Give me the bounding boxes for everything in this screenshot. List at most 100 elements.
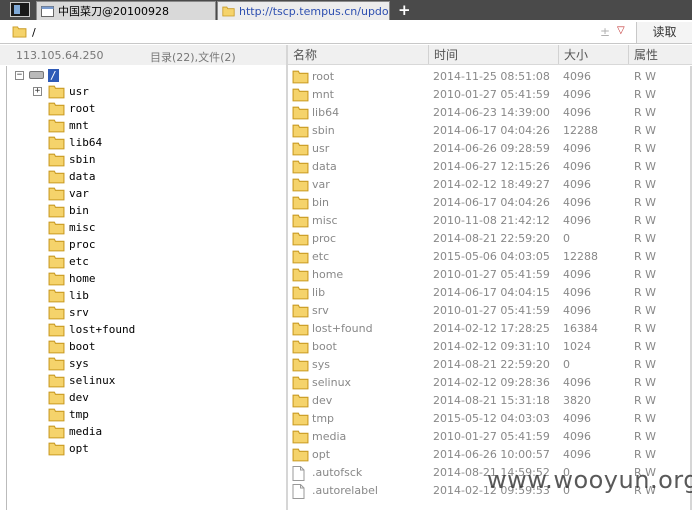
watermark: www.wooyun.org [487,466,692,494]
file-name[interactable]: etc [312,250,329,263]
file-row[interactable]: srv 2010-01-27 05:41:59 4096 R W [288,302,692,320]
file-name[interactable]: opt [312,448,330,461]
column-time[interactable]: 时间 [428,45,558,64]
file-row[interactable]: lib64 2014-06-23 14:39:00 4096 R W [288,104,692,122]
tree-item-label[interactable]: opt [69,442,89,455]
collapse-icon[interactable]: − [15,70,24,80]
file-row[interactable]: usr 2014-06-26 09:28:59 4096 R W [288,140,692,158]
file-time: 2014-06-23 14:39:00 [433,106,550,119]
file-row[interactable]: dev 2014-08-21 15:31:18 3820 R W [288,392,692,410]
file-name[interactable]: tmp [312,412,334,425]
tree-item-label[interactable]: etc [69,255,89,268]
tree-item-label[interactable]: usr [69,85,89,98]
file-name[interactable]: boot [312,340,337,353]
tree-root[interactable]: − / [15,68,59,82]
tab-url[interactable]: http://tscp.tempus.cn/updow... [217,1,390,20]
file-row[interactable]: selinux 2014-02-12 09:28:36 4096 R W [288,374,692,392]
tree-item-label[interactable]: bin [69,204,89,217]
tree-item-label[interactable]: sbin [69,153,96,166]
file-name[interactable]: proc [312,232,336,245]
column-name[interactable]: 名称 [288,45,428,64]
file-row[interactable]: tmp 2015-05-12 04:03:03 4096 R W [288,410,692,428]
file-name[interactable]: usr [312,142,329,155]
tree-item-label[interactable]: selinux [69,374,115,387]
file-name[interactable]: sys [312,358,330,371]
folder-icon [292,286,309,303]
file-row[interactable]: lib 2014-06-17 04:04:15 4096 R W [288,284,692,302]
tree-item-label[interactable]: proc [69,238,96,251]
file-attr: R W [634,412,657,425]
file-name[interactable]: .autorelabel [312,484,378,497]
expand-icon[interactable]: + [33,87,42,96]
tree-item-label[interactable]: dev [69,391,89,404]
file-name[interactable]: lost+found [312,322,373,335]
tree-item-label[interactable]: home [69,272,96,285]
file-size: 4096 [563,268,591,281]
file-name[interactable]: data [312,160,337,173]
tree-item-label[interactable]: srv [69,306,89,319]
file-name[interactable]: dev [312,394,332,407]
file-row[interactable]: boot 2014-02-12 09:31:10 1024 R W [288,338,692,356]
file-row[interactable]: data 2014-06-27 12:15:26 4096 R W [288,158,692,176]
file-row[interactable]: proc 2014-08-21 22:59:20 0 R W [288,230,692,248]
file-row[interactable]: bin 2014-06-17 04:04:26 4096 R W [288,194,692,212]
new-tab-button[interactable]: + [398,0,411,20]
file-name[interactable]: srv [312,304,329,317]
file-time: 2014-08-21 22:59:20 [433,232,550,245]
tree-item-label[interactable]: misc [69,221,96,234]
folder-icon [292,142,309,159]
tab-caidao[interactable]: 中国菜刀@20100928 [36,1,216,20]
tree-item-label[interactable]: lib64 [69,136,102,149]
column-size[interactable]: 大小 [558,45,628,64]
window-icon[interactable] [10,2,30,17]
file-name[interactable]: sbin [312,124,335,137]
file-size: 12288 [563,124,598,137]
file-row[interactable]: etc 2015-05-06 04:03:05 12288 R W [288,248,692,266]
column-attr[interactable]: 属性 [628,45,692,64]
file-time: 2014-06-26 09:28:59 [433,142,550,155]
path-input[interactable] [32,24,592,40]
file-name[interactable]: bin [312,196,329,209]
file-row[interactable]: root 2014-11-25 08:51:08 4096 R W [288,68,692,86]
file-name[interactable]: mnt [312,88,334,101]
tree-item-label[interactable]: boot [69,340,96,353]
file-row[interactable]: opt 2014-06-26 10:00:57 4096 R W [288,446,692,464]
tab-url-label: http://tscp.tempus.cn/updow... [239,4,389,18]
file-name[interactable]: media [312,430,346,443]
folder-icon [292,178,309,195]
tree-root-label[interactable]: / [48,68,59,82]
folder-icon [48,340,65,357]
file-row[interactable]: var 2014-02-12 18:49:27 4096 R W [288,176,692,194]
file-row[interactable]: media 2010-01-27 05:41:59 4096 R W [288,428,692,446]
tree-item-label[interactable]: mnt [69,119,89,132]
file-name[interactable]: var [312,178,330,191]
file-name[interactable]: lib [312,286,325,299]
file-name[interactable]: .autofsck [312,466,362,479]
tree-item-label[interactable]: sys [69,357,89,370]
file-name[interactable]: misc [312,214,338,227]
file-name[interactable]: lib64 [312,106,339,119]
chevron-down-icon[interactable]: ▽ [617,25,625,36]
file-row[interactable]: sys 2014-08-21 22:59:20 0 R W [288,356,692,374]
tree-item-label[interactable]: root [69,102,96,115]
tree-item-label[interactable]: media [69,425,102,438]
file-name[interactable]: home [312,268,343,281]
tree-item-label[interactable]: data [69,170,96,183]
file-row[interactable]: sbin 2014-06-17 04:04:26 12288 R W [288,122,692,140]
file-row[interactable]: misc 2010-11-08 21:42:12 4096 R W [288,212,692,230]
tree-item-label[interactable]: var [69,187,89,200]
tree-item-label[interactable]: tmp [69,408,89,421]
read-button[interactable]: 读取 [636,22,692,43]
file-name[interactable]: selinux [312,376,351,389]
file-row[interactable]: home 2010-01-27 05:41:59 4096 R W [288,266,692,284]
bookmark-add-icon[interactable]: ± [600,25,610,39]
file-attr: R W [634,178,657,191]
tree-item-label[interactable]: lost+found [69,323,135,336]
file-size: 4096 [563,430,591,443]
folder-icon [48,136,65,153]
tree-item-label[interactable]: lib [69,289,89,302]
folder-icon [292,412,309,429]
file-row[interactable]: lost+found 2014-02-12 17:28:25 16384 R W [288,320,692,338]
file-name[interactable]: root [312,70,334,83]
file-row[interactable]: mnt 2010-01-27 05:41:59 4096 R W [288,86,692,104]
